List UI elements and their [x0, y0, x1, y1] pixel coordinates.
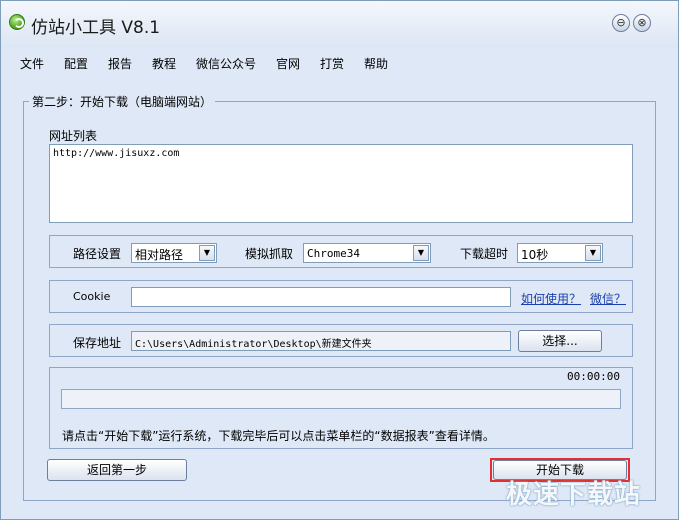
path-select-value: 相对路径 — [135, 248, 184, 262]
path-select[interactable]: 相对路径 ▼ — [131, 243, 217, 263]
close-icon[interactable]: ⊗ — [633, 14, 651, 32]
menu-help[interactable]: 帮助 — [364, 55, 388, 72]
app-window: 仿站小工具 V8.1 ⊖ ⊗ 文件 配置 报告 教程 微信公众号 官网 打赏 帮… — [0, 0, 679, 520]
timeout-label: 下载超时 — [460, 247, 509, 261]
url-list-label: 网址列表 — [49, 129, 98, 143]
menu-config[interactable]: 配置 — [64, 55, 88, 72]
mimic-select[interactable]: Chrome34 ▼ — [303, 243, 431, 263]
menu-tip[interactable]: 打赏 — [320, 55, 344, 72]
window-title: 仿站小工具 V8.1 — [31, 18, 161, 38]
cookie-label: Cookie — [73, 290, 111, 303]
mimic-select-value: Chrome34 — [307, 247, 360, 260]
how-to-use-link[interactable]: 如何使用？ — [521, 290, 581, 307]
menu-bar: 文件 配置 报告 教程 微信公众号 官网 打赏 帮助 — [1, 47, 678, 77]
mimic-label: 模拟抓取 — [245, 247, 294, 261]
menu-official-site[interactable]: 官网 — [276, 55, 300, 72]
save-path-label: 保存地址 — [73, 336, 122, 350]
chevron-down-icon[interactable]: ▼ — [585, 245, 601, 261]
watermark-text: 极速下载站 — [506, 480, 642, 510]
url-list-textarea[interactable]: http://www.jisuxz.com — [49, 144, 633, 223]
timeout-select[interactable]: 10秒 ▼ — [517, 243, 603, 263]
minimize-icon[interactable]: ⊖ — [612, 14, 630, 32]
app-logo-icon — [9, 14, 25, 30]
elapsed-timer: 00:00:00 — [567, 370, 620, 383]
cookie-input[interactable] — [131, 287, 511, 307]
step-group-title: 第二步：开始下载（电脑端网站） — [29, 93, 216, 110]
wechat-link[interactable]: 微信？ — [590, 290, 626, 307]
chevron-down-icon[interactable]: ▼ — [199, 245, 215, 261]
choose-folder-button[interactable]: 选择... — [518, 330, 602, 352]
menu-tutorial[interactable]: 教程 — [152, 55, 176, 72]
title-bar: 仿站小工具 V8.1 ⊖ ⊗ — [1, 1, 678, 47]
menu-report[interactable]: 报告 — [108, 55, 132, 72]
progress-hint: 请点击“开始下载”运行系统，下载完毕后可以点击菜单栏的“数据报表”查看详情。 — [62, 429, 495, 443]
back-to-step-one-button[interactable]: 返回第一步 — [47, 459, 187, 481]
menu-file[interactable]: 文件 — [20, 55, 44, 72]
chevron-down-icon[interactable]: ▼ — [413, 245, 429, 261]
timeout-select-value: 10秒 — [521, 248, 549, 262]
download-progress-bar — [61, 389, 621, 409]
path-label: 路径设置 — [73, 247, 122, 261]
save-path-input[interactable]: C:\Users\Administrator\Desktop\新建文件夹 — [131, 331, 511, 351]
menu-wechat-account[interactable]: 微信公众号 — [196, 55, 256, 72]
